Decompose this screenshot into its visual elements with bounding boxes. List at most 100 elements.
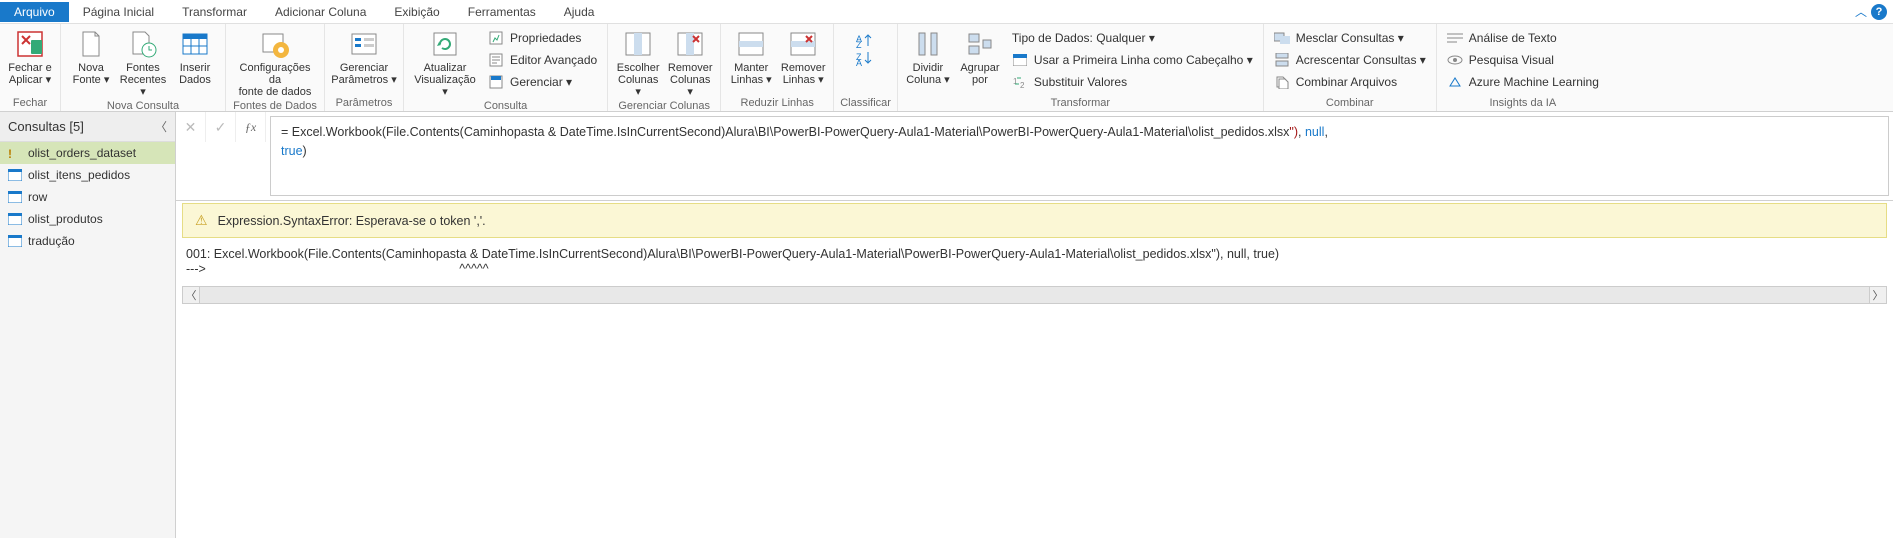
text-analytics-button[interactable]: Análise de Texto <box>1443 28 1603 48</box>
remove-columns-button[interactable]: RemoverColunas ▾ <box>666 26 714 98</box>
data-source-settings-button[interactable]: Configurações dafonte de dados <box>232 26 318 98</box>
append-icon <box>1274 52 1290 68</box>
query-item-label: olist_orders_dataset <box>28 146 136 160</box>
scroll-track[interactable] <box>200 286 1869 304</box>
choose-columns-icon <box>622 28 654 60</box>
ribbon: Fechar eAplicar ▾ Fechar NovaFonte ▾ Fon… <box>0 24 1893 112</box>
table-icon <box>8 213 22 225</box>
refresh-icon <box>429 28 461 60</box>
queries-panel: Consultas [5] 〈 ! olist_orders_dataset o… <box>0 112 176 538</box>
data-type-button[interactable]: Tipo de Dados: Qualquer ▾ <box>1008 28 1257 48</box>
menu-tabbar: Arquivo Página Inicial Transformar Adici… <box>0 0 1893 24</box>
remove-rows-button[interactable]: RemoverLinhas ▾ <box>779 26 827 88</box>
query-item-olist-produtos[interactable]: olist_produtos <box>0 208 175 230</box>
queries-header: Consultas [5] 〈 <box>0 112 175 142</box>
query-item-label: olist_produtos <box>28 212 103 226</box>
refresh-preview-button[interactable]: AtualizarVisualização ▾ <box>410 26 480 98</box>
query-item-traducao[interactable]: tradução <box>0 230 175 252</box>
warning-icon: ! <box>8 147 22 159</box>
query-item-row[interactable]: row <box>0 186 175 208</box>
document-icon <box>75 28 107 60</box>
choose-columns-button[interactable]: EscolherColunas ▾ <box>614 26 662 98</box>
formula-bar: ✕ ✓ ƒx = Excel.Workbook(File.Contents(Ca… <box>176 112 1893 201</box>
azure-ml-icon <box>1447 74 1463 90</box>
tab-arquivo[interactable]: Arquivo <box>0 2 69 22</box>
close-apply-label: Fechar eAplicar ▾ <box>8 60 51 88</box>
advanced-editor-button[interactable]: Editor Avançado <box>484 50 601 70</box>
group-transformar: DividirColuna ▾ Agruparpor Tipo de Dados… <box>898 24 1264 111</box>
params-icon <box>348 28 380 60</box>
scroll-left-button[interactable]: 〈 <box>182 286 200 304</box>
replace-values-button[interactable]: 12Substituir Valores <box>1008 72 1257 92</box>
gear-icon <box>259 28 291 60</box>
merge-icon <box>1274 30 1290 46</box>
group-combinar: Mesclar Consultas ▾ Acrescentar Consulta… <box>1264 24 1437 111</box>
formula-input[interactable]: = Excel.Workbook(File.Contents(Caminhopa… <box>270 116 1889 196</box>
vision-icon <box>1447 52 1463 68</box>
fx-label: ƒx <box>236 112 266 142</box>
scroll-right-button[interactable]: 〉 <box>1869 286 1887 304</box>
main-area: Consultas [5] 〈 ! olist_orders_dataset o… <box>0 112 1893 538</box>
vision-button[interactable]: Pesquisa Visual <box>1443 50 1603 70</box>
manage-icon <box>488 74 504 90</box>
query-item-label: row <box>28 190 47 204</box>
tab-transformar[interactable]: Transformar <box>168 2 261 22</box>
queries-title: Consultas [5] <box>8 119 84 134</box>
group-fechar: Fechar eAplicar ▾ Fechar <box>0 24 61 111</box>
keep-rows-button[interactable]: ManterLinhas ▾ <box>727 26 775 88</box>
warning-triangle-icon: ⚠ <box>195 212 208 229</box>
group-by-button[interactable]: Agruparpor <box>956 26 1004 88</box>
group-classificar: AZ ZA Classificar <box>834 24 898 111</box>
combine-files-icon <box>1274 74 1290 90</box>
tab-pagina-inicial[interactable]: Página Inicial <box>69 2 168 22</box>
group-reduzir-linhas: ManterLinhas ▾ RemoverLinhas ▾ Reduzir L… <box>721 24 834 111</box>
group-nova-consulta: NovaFonte ▾ FontesRecentes ▾ InserirDado… <box>61 24 226 111</box>
tab-exibicao[interactable]: Exibição <box>380 2 453 22</box>
append-queries-button[interactable]: Acrescentar Consultas ▾ <box>1270 50 1430 70</box>
query-item-olist-orders-dataset[interactable]: ! olist_orders_dataset <box>0 142 175 164</box>
manage-params-button[interactable]: GerenciarParâmetros ▾ <box>331 26 397 88</box>
manage-button[interactable]: Gerenciar ▾ <box>484 72 601 92</box>
enter-data-button[interactable]: InserirDados <box>171 26 219 88</box>
headers-icon <box>1012 52 1028 68</box>
combine-files-button[interactable]: Combinar Arquivos <box>1270 72 1430 92</box>
group-label: Fechar <box>6 95 54 111</box>
error-bar: ⚠ Expression.SyntaxError: Esperava-se o … <box>182 203 1887 238</box>
tab-adicionar-coluna[interactable]: Adicionar Coluna <box>261 2 380 22</box>
first-row-headers-button[interactable]: Usar a Primeira Linha como Cabeçalho ▾ <box>1008 50 1257 70</box>
group-parametros: GerenciarParâmetros ▾ Parâmetros <box>325 24 404 111</box>
collapse-queries-icon[interactable]: 〈 <box>155 118 167 135</box>
cancel-formula-button[interactable]: ✕ <box>176 112 206 142</box>
horizontal-scrollbar[interactable]: 〈 〉 <box>182 286 1887 304</box>
sort-asc-button[interactable]: AZ <box>856 32 876 48</box>
close-apply-icon <box>14 28 46 60</box>
table-icon <box>8 235 22 247</box>
properties-button[interactable]: Propriedades <box>484 28 601 48</box>
svg-text:2: 2 <box>1020 81 1025 88</box>
svg-text:A: A <box>856 58 862 66</box>
query-item-label: tradução <box>28 234 75 248</box>
remove-rows-icon <box>787 28 819 60</box>
sort-desc-button[interactable]: ZA <box>856 50 876 66</box>
remove-columns-icon <box>674 28 706 60</box>
split-column-button[interactable]: DividirColuna ▾ <box>904 26 952 88</box>
group-by-icon <box>964 28 996 60</box>
close-apply-button[interactable]: Fechar eAplicar ▾ <box>6 26 54 88</box>
confirm-formula-button[interactable]: ✓ <box>206 112 236 142</box>
merge-queries-button[interactable]: Mesclar Consultas ▾ <box>1270 28 1430 48</box>
recent-sources-button[interactable]: FontesRecentes ▾ <box>119 26 167 98</box>
editor-area: ✕ ✓ ƒx = Excel.Workbook(File.Contents(Ca… <box>176 112 1893 538</box>
tab-ajuda[interactable]: Ajuda <box>550 2 609 22</box>
advanced-editor-icon <box>488 52 504 68</box>
tab-ferramentas[interactable]: Ferramentas <box>454 2 550 22</box>
replace-values-icon: 12 <box>1012 74 1028 90</box>
azure-ml-button[interactable]: Azure Machine Learning <box>1443 72 1603 92</box>
error-message: Expression.SyntaxError: Esperava-se o to… <box>218 214 486 228</box>
help-icon[interactable]: ? <box>1871 4 1887 20</box>
document-clock-icon <box>127 28 159 60</box>
new-source-button[interactable]: NovaFonte ▾ <box>67 26 115 88</box>
table-icon <box>8 191 22 203</box>
collapse-ribbon-icon[interactable]: ︿ <box>1855 3 1867 20</box>
query-item-olist-itens-pedidos[interactable]: olist_itens_pedidos <box>0 164 175 186</box>
table-icon <box>179 28 211 60</box>
